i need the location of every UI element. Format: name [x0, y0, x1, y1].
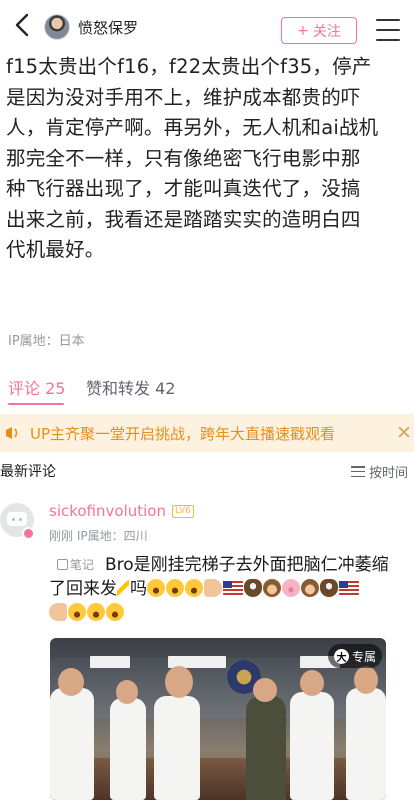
vip-icon: 大 — [333, 648, 349, 664]
back-arrow-icon[interactable] — [10, 12, 36, 38]
sort-icon — [351, 466, 365, 477]
bolt-emoji-icon — [117, 579, 129, 597]
promo-banner[interactable]: UP主齐聚一堂开启挑战，跨年大直播速戳观看 ✕ — [0, 414, 414, 452]
active-tab-indicator — [8, 403, 64, 405]
banner-text: UP主齐聚一堂开启挑战，跨年大直播速戳观看 — [30, 425, 336, 443]
author-avatar[interactable] — [44, 14, 70, 40]
comment-text: 了回来发 — [49, 579, 117, 599]
eagle-emoji-icon — [320, 579, 338, 597]
comment-meta: 刚刚 IP属地：四川 — [49, 529, 148, 543]
laugh-emoji-icon — [147, 579, 165, 597]
author-name[interactable]: 愤怒保罗 — [78, 17, 138, 38]
follow-button[interactable]: + 关注 — [281, 17, 357, 44]
monkey-emoji-icon — [301, 579, 319, 597]
sort-label: 按时间 — [369, 466, 409, 481]
ip-location: IP属地：日本 — [8, 334, 85, 349]
post-line: f15太贵出个f16，f22太贵出个f35，停产 — [6, 55, 372, 78]
hand-emoji-icon — [204, 579, 222, 597]
laugh-emoji-icon — [106, 603, 124, 621]
post-line: 种飞行器出现了，才能叫真迭代了，没搞 — [6, 177, 361, 200]
post-body: f15太贵出个f16，f22太贵出个f35，停产 是因为没对手用不上，维护成本都… — [6, 52, 412, 266]
exclusive-label: 专属 — [351, 649, 376, 664]
detail-tabs: 评论 25 赞和转发 42 — [0, 375, 414, 409]
point-emoji-icon — [49, 603, 67, 621]
tab-comments[interactable]: 评论 25 — [8, 375, 65, 399]
post-line: 代机最好。 — [6, 238, 105, 261]
follow-label: 关注 — [312, 23, 341, 40]
more-menu-icon[interactable] — [376, 19, 400, 41]
top-bar: 愤怒保罗 + 关注 — [0, 0, 414, 50]
laugh-emoji-icon — [185, 579, 203, 597]
commenter-username[interactable]: sickofinvolution — [49, 502, 166, 520]
comments-header: 最新评论 按时间 — [0, 459, 414, 483]
laugh-emoji-icon — [68, 603, 86, 621]
post-line: 人，肯定停产啊。再另外，无人机和ai战机 — [6, 116, 379, 139]
comment-text: 吗 — [130, 579, 147, 599]
avatar-badge — [22, 527, 35, 540]
comments-title: 最新评论 — [0, 464, 56, 480]
us-flag-emoji-icon — [339, 581, 359, 595]
monkey-emoji-icon — [263, 579, 281, 597]
tab-likes-reposts[interactable]: 赞和转发 42 — [86, 375, 175, 399]
comment-line — [49, 601, 411, 625]
commenter-name-row: sickofinvolution LV6 — [49, 502, 194, 520]
us-flag-emoji-icon — [223, 581, 243, 595]
level-badge: LV6 — [171, 504, 194, 518]
comment-line: Bro是刚挂完梯子去外面把脑仁冲萎缩 — [105, 555, 389, 575]
exclusive-badge: 大 专属 — [328, 644, 382, 668]
post-line: 是因为没对手用不上，维护成本都贵的吓 — [6, 85, 361, 109]
pig-emoji-icon — [282, 579, 300, 597]
comment-line: 了回来发吗 — [49, 577, 411, 601]
megaphone-icon — [6, 427, 18, 439]
post-line: 出来之前，我看还是踏踏实实的造明白四 — [6, 207, 361, 231]
post-line: 那完全不一样，只有像绝密飞行电影中那 — [6, 146, 361, 170]
laugh-emoji-icon — [166, 579, 184, 597]
eagle-emoji-icon — [244, 579, 262, 597]
sort-button[interactable]: 按时间 — [351, 462, 408, 481]
close-icon[interactable]: ✕ — [396, 422, 412, 444]
laugh-emoji-icon — [87, 603, 105, 621]
plus-icon: + — [297, 22, 309, 39]
